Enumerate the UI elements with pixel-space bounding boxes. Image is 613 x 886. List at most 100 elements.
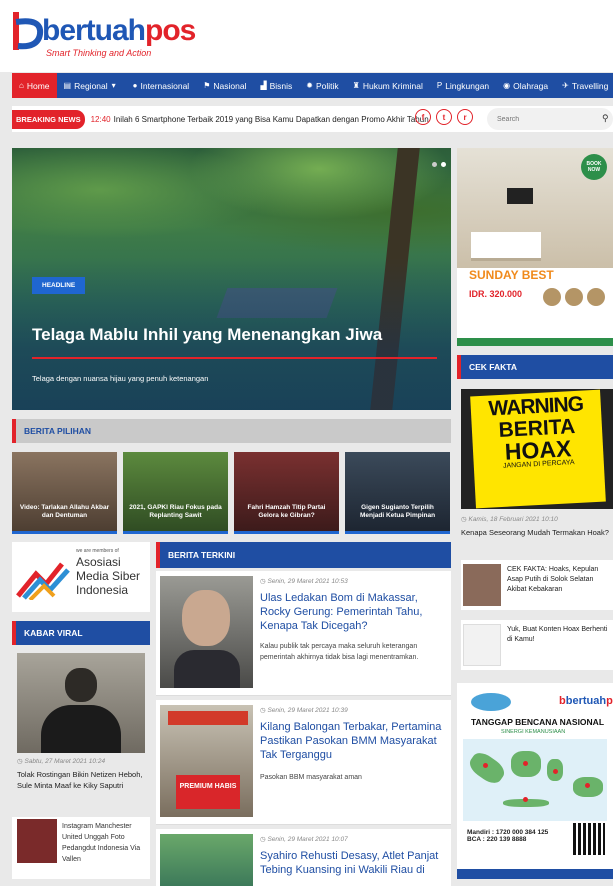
slider-dots [432,162,446,167]
table-row[interactable]: PREMIUM HABIS Senin, 29 Maret 2021 10:39… [156,700,451,825]
kabar-viral-title[interactable]: Tolak Rostingan Bikin Netizen Heboh, Sul… [17,769,147,791]
breaking-news-time: 12:40 [90,114,111,124]
ad-bed [471,232,541,258]
ad-bencana-footer [457,869,613,879]
pilihan-card[interactable]: Gigen Sugianto Terpilih Menjadi Ketua Pi… [345,452,450,534]
article-title[interactable]: CEK FAKTA: Hoaks, Kepulan Asap Putih di … [507,565,611,595]
pilihan-card-bar [12,531,117,534]
list-item[interactable]: Instagram Manchester United Unggah Foto … [12,817,150,879]
headline-title[interactable]: Telaga Mablu Inhil yang Menenangkan Jiwa [32,325,382,345]
list-item[interactable]: Yuk, Buat Konten Hoax Berhenti di Kamu! [461,620,613,670]
amsi-small-text: we are members of [76,548,119,554]
nav-label: Politik [315,80,339,91]
person-head [65,668,97,702]
nav-item-internasional[interactable]: ● Internasional [126,73,197,98]
logo-wordmark: bertuahpos [42,14,196,48]
ad-price: IDR. 320.000 [469,289,523,299]
article-title[interactable]: Ulas Ledakan Bom di Makassar, Rocky Geru… [260,591,448,633]
nav-label: Bisnis [269,80,293,91]
person-face [182,590,230,646]
nav-label: Lingkungan [445,80,490,91]
tanggap-bencana-ad[interactable]: bbertuahpos TANGGAP BENCANA NASIONAL SIN… [457,683,613,879]
map-pin-icon [523,797,528,802]
gear-icon: ✹ [306,81,313,90]
nav-label: Hukum Kriminal [362,80,423,91]
facebook-icon[interactable]: f [415,109,431,125]
main-nav: ⌂ Home ▤ Regional ▾ ● Internasional ⚑ Nasiona… [12,73,613,98]
search-icon[interactable]: ⚲ [602,113,609,124]
nav-item-home[interactable]: ⌂ Home [12,73,57,98]
hoax-poster-image[interactable]: WARNING BERITA HOAX JANGAN DI PERCAYA [461,389,613,509]
nav-item-regional[interactable]: ▤ Regional ▾ [57,73,126,98]
nav-item-travelling[interactable]: ✈ Travelling [555,73,613,98]
kabar-viral-image[interactable] [17,653,145,753]
article-title[interactable]: Kilang Balongan Terbakar, Pertamina Past… [260,720,448,762]
ad-bencana-title: TANGGAP BENCANA NASIONAL [471,717,605,727]
article-excerpt: Kalau publik tak percaya maka seluruh ke… [260,643,419,661]
rss-icon[interactable]: r [457,109,473,125]
article-thumbnail [160,576,253,688]
twitter-icon[interactable]: t [436,109,452,125]
cek-fakta-date: Kamis, 18 Februari 2021 10:10 [461,515,557,523]
site-header: bertuahpos Smart Thinking and Action [0,0,613,72]
kabar-viral-heading-label: KABAR VIRAL [24,628,83,638]
ad-book-stamp: BOOK NOW [581,154,607,180]
ball-icon: ◉ [503,81,511,90]
logo-wordmark-part2: pos [145,14,196,47]
headline-slider[interactable]: HEADLINE Telaga Mablu Inhil yang Menenan… [12,148,451,410]
amsi-line2: Media Siber [76,569,141,583]
nav-item-nasional[interactable]: ⚑ Nasional [196,73,253,98]
article-excerpt: Pasokan BBM masyarakat aman [260,774,362,781]
pilihan-card[interactable]: 2021, GAPKI Riau Fokus pada Replanting S… [123,452,228,534]
nav-label: Regional [74,80,108,91]
nav-item-politik[interactable]: ✹ Politik [299,73,345,98]
berita-pilihan-list: Video: Tarlakan Allahu Akbar dan Dentuma… [12,452,451,534]
nav-label: Olahraga [513,80,549,91]
table-row[interactable]: Senin, 29 Maret 2021 10:53 Ulas Ledakan … [156,571,451,696]
ad-bencana-subtitle: SINERGI KEMANUSIAAN [501,729,566,735]
nav-label: Home [26,80,50,91]
hotel-ad-banner[interactable]: BOOK NOW SUNDAY BEST IDR. 320.000 [457,148,613,346]
search-input[interactable] [487,108,613,130]
map-pin-icon [553,769,558,774]
nav-item-hukum-kriminal[interactable]: ♜ Hukum Kriminal [346,73,430,98]
plane-icon: ✈ [562,81,569,90]
slider-dot[interactable] [432,162,437,167]
ad-food-row [543,288,605,306]
article-title[interactable]: Yuk, Buat Konten Hoax Berhenti di Kamu! [507,625,611,645]
ad-brand-logo-part2: pos [606,695,613,707]
pilihan-card[interactable]: Fahri Hamzah Titip Partai Gelora ke Gibr… [234,452,339,534]
chevron-down-icon: ▾ [111,81,116,90]
pilihan-card[interactable]: Video: Tarlakan Allahu Akbar dan Dentuma… [12,452,117,534]
indonesia-map [463,739,607,821]
logo-mark-icon [13,12,44,50]
article-title[interactable]: Instagram Manchester United Unggah Foto … [62,821,148,865]
account-bca: BCA : 220 139 8888 [467,836,527,843]
slider-dot-active[interactable] [441,162,446,167]
heading-accent [156,542,160,568]
cek-fakta-title[interactable]: Kenapa Seseorang Mudah Termakan Hoak? [461,527,611,538]
amsi-logo-icon [16,562,70,600]
article-date: Senin, 29 Maret 2021 10:39 [260,706,347,714]
article-title[interactable]: Syahiro Rehusti Desasy, Atlet Panjat Teb… [260,849,448,877]
breaking-news-badge: BREAKING NEWS [12,109,85,129]
berita-terkini-heading-label: BERITA TERKINI [168,550,236,560]
site-logo[interactable]: bertuahpos Smart Thinking and Action [12,8,242,58]
logo-tagline: Smart Thinking and Action [46,48,152,58]
amsi-line3: Indonesia [76,583,129,597]
ad-food-image [565,288,583,306]
nav-item-bisnis[interactable]: ▟ Bisnis [253,73,299,98]
hoax-poster: WARNING BERITA HOAX JANGAN DI PERCAYA [470,389,606,509]
article-date: Senin, 29 Maret 2021 10:07 [260,835,347,843]
list-item[interactable]: CEK FAKTA: Hoaks, Kepulan Asap Putih di … [461,560,613,610]
nav-label: Internasional [140,80,190,91]
ad-food-image [587,288,605,306]
map-pin-icon [523,761,528,766]
amsi-member-badge[interactable]: we are members of Asosiasi Media Siber I… [12,542,150,612]
social-links: f t r [415,109,473,125]
breaking-news-link[interactable]: Inilah 6 Smartphone Terbaik 2019 yang Bi… [114,115,432,124]
nav-item-olahraga[interactable]: ◉ Olahraga [496,73,555,98]
table-row[interactable]: Senin, 29 Maret 2021 10:07 Syahiro Rehus… [156,829,451,886]
nav-item-lingkungan[interactable]: P Lingkungan [430,73,496,98]
article-thumbnail [463,564,501,606]
